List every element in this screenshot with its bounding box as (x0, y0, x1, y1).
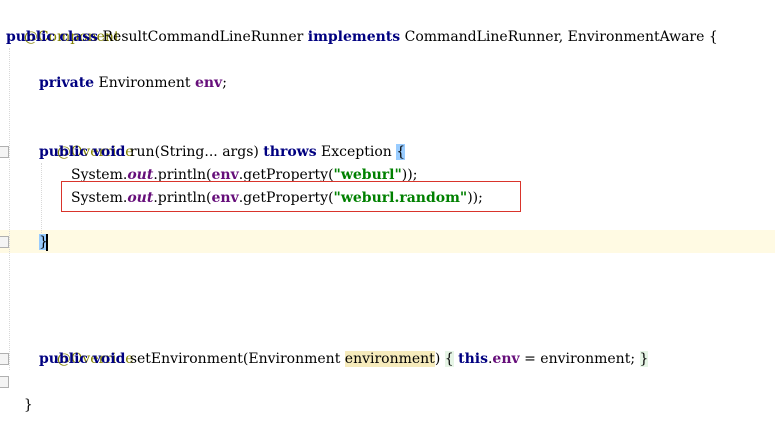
keyword-throws: throws (263, 144, 317, 160)
keyword-class: class (59, 29, 99, 45)
keyword-public: public (39, 351, 88, 367)
method-signature: run(String... args) (125, 144, 264, 160)
close-brace: } (639, 351, 649, 367)
open-brace: { (444, 351, 454, 367)
keyword-private: private (39, 75, 95, 91)
code-line-17[interactable]: } (6, 371, 33, 413)
parameter-environment: environment (344, 351, 435, 367)
field-type: Environment (94, 75, 195, 91)
exception-type: Exception (316, 144, 397, 160)
assignment: = environment; (519, 351, 636, 367)
field-name: env (194, 75, 223, 91)
class-name: ResultCommandLineRunner (98, 29, 308, 45)
keyword-this: this (458, 351, 488, 367)
code-line-2[interactable]: public class ResultCommandLineRunner imp… (6, 26, 718, 49)
indent-guide (9, 48, 10, 370)
semicolon: ; (222, 75, 227, 91)
code-editor[interactable]: @Component public class ResultCommandLin… (0, 0, 775, 413)
fold-marker-icon[interactable] (0, 146, 9, 158)
code-line-7[interactable]: public void run(String... args) throws E… (39, 141, 406, 164)
code-line-15[interactable]: @Override (39, 325, 134, 367)
close-paren: ) (434, 351, 441, 367)
keyword-void: void (87, 144, 126, 160)
fold-marker-icon[interactable] (0, 236, 9, 248)
keyword-implements: implements (307, 29, 401, 45)
text-caret (46, 234, 48, 251)
current-line-highlight (0, 230, 775, 253)
code-line-16[interactable]: public void setEnvironment(Environment e… (39, 348, 649, 371)
method-signature: setEnvironment(Environment (125, 351, 345, 367)
class-close-brace: } (23, 397, 33, 413)
code-line-1[interactable]: @Component (6, 3, 120, 45)
field-env: env (492, 351, 520, 367)
matched-open-brace: { (396, 144, 406, 160)
code-line-4[interactable]: private Environment env; (39, 72, 227, 95)
keyword-void: void (87, 351, 126, 367)
interfaces: CommandLineRunner, EnvironmentAware { (400, 29, 718, 45)
fold-marker-icon[interactable] (0, 353, 9, 365)
keyword-public: public (6, 29, 55, 45)
keyword-public: public (39, 144, 88, 160)
highlight-box (61, 181, 521, 212)
code-line-6[interactable]: @Override (39, 118, 134, 160)
